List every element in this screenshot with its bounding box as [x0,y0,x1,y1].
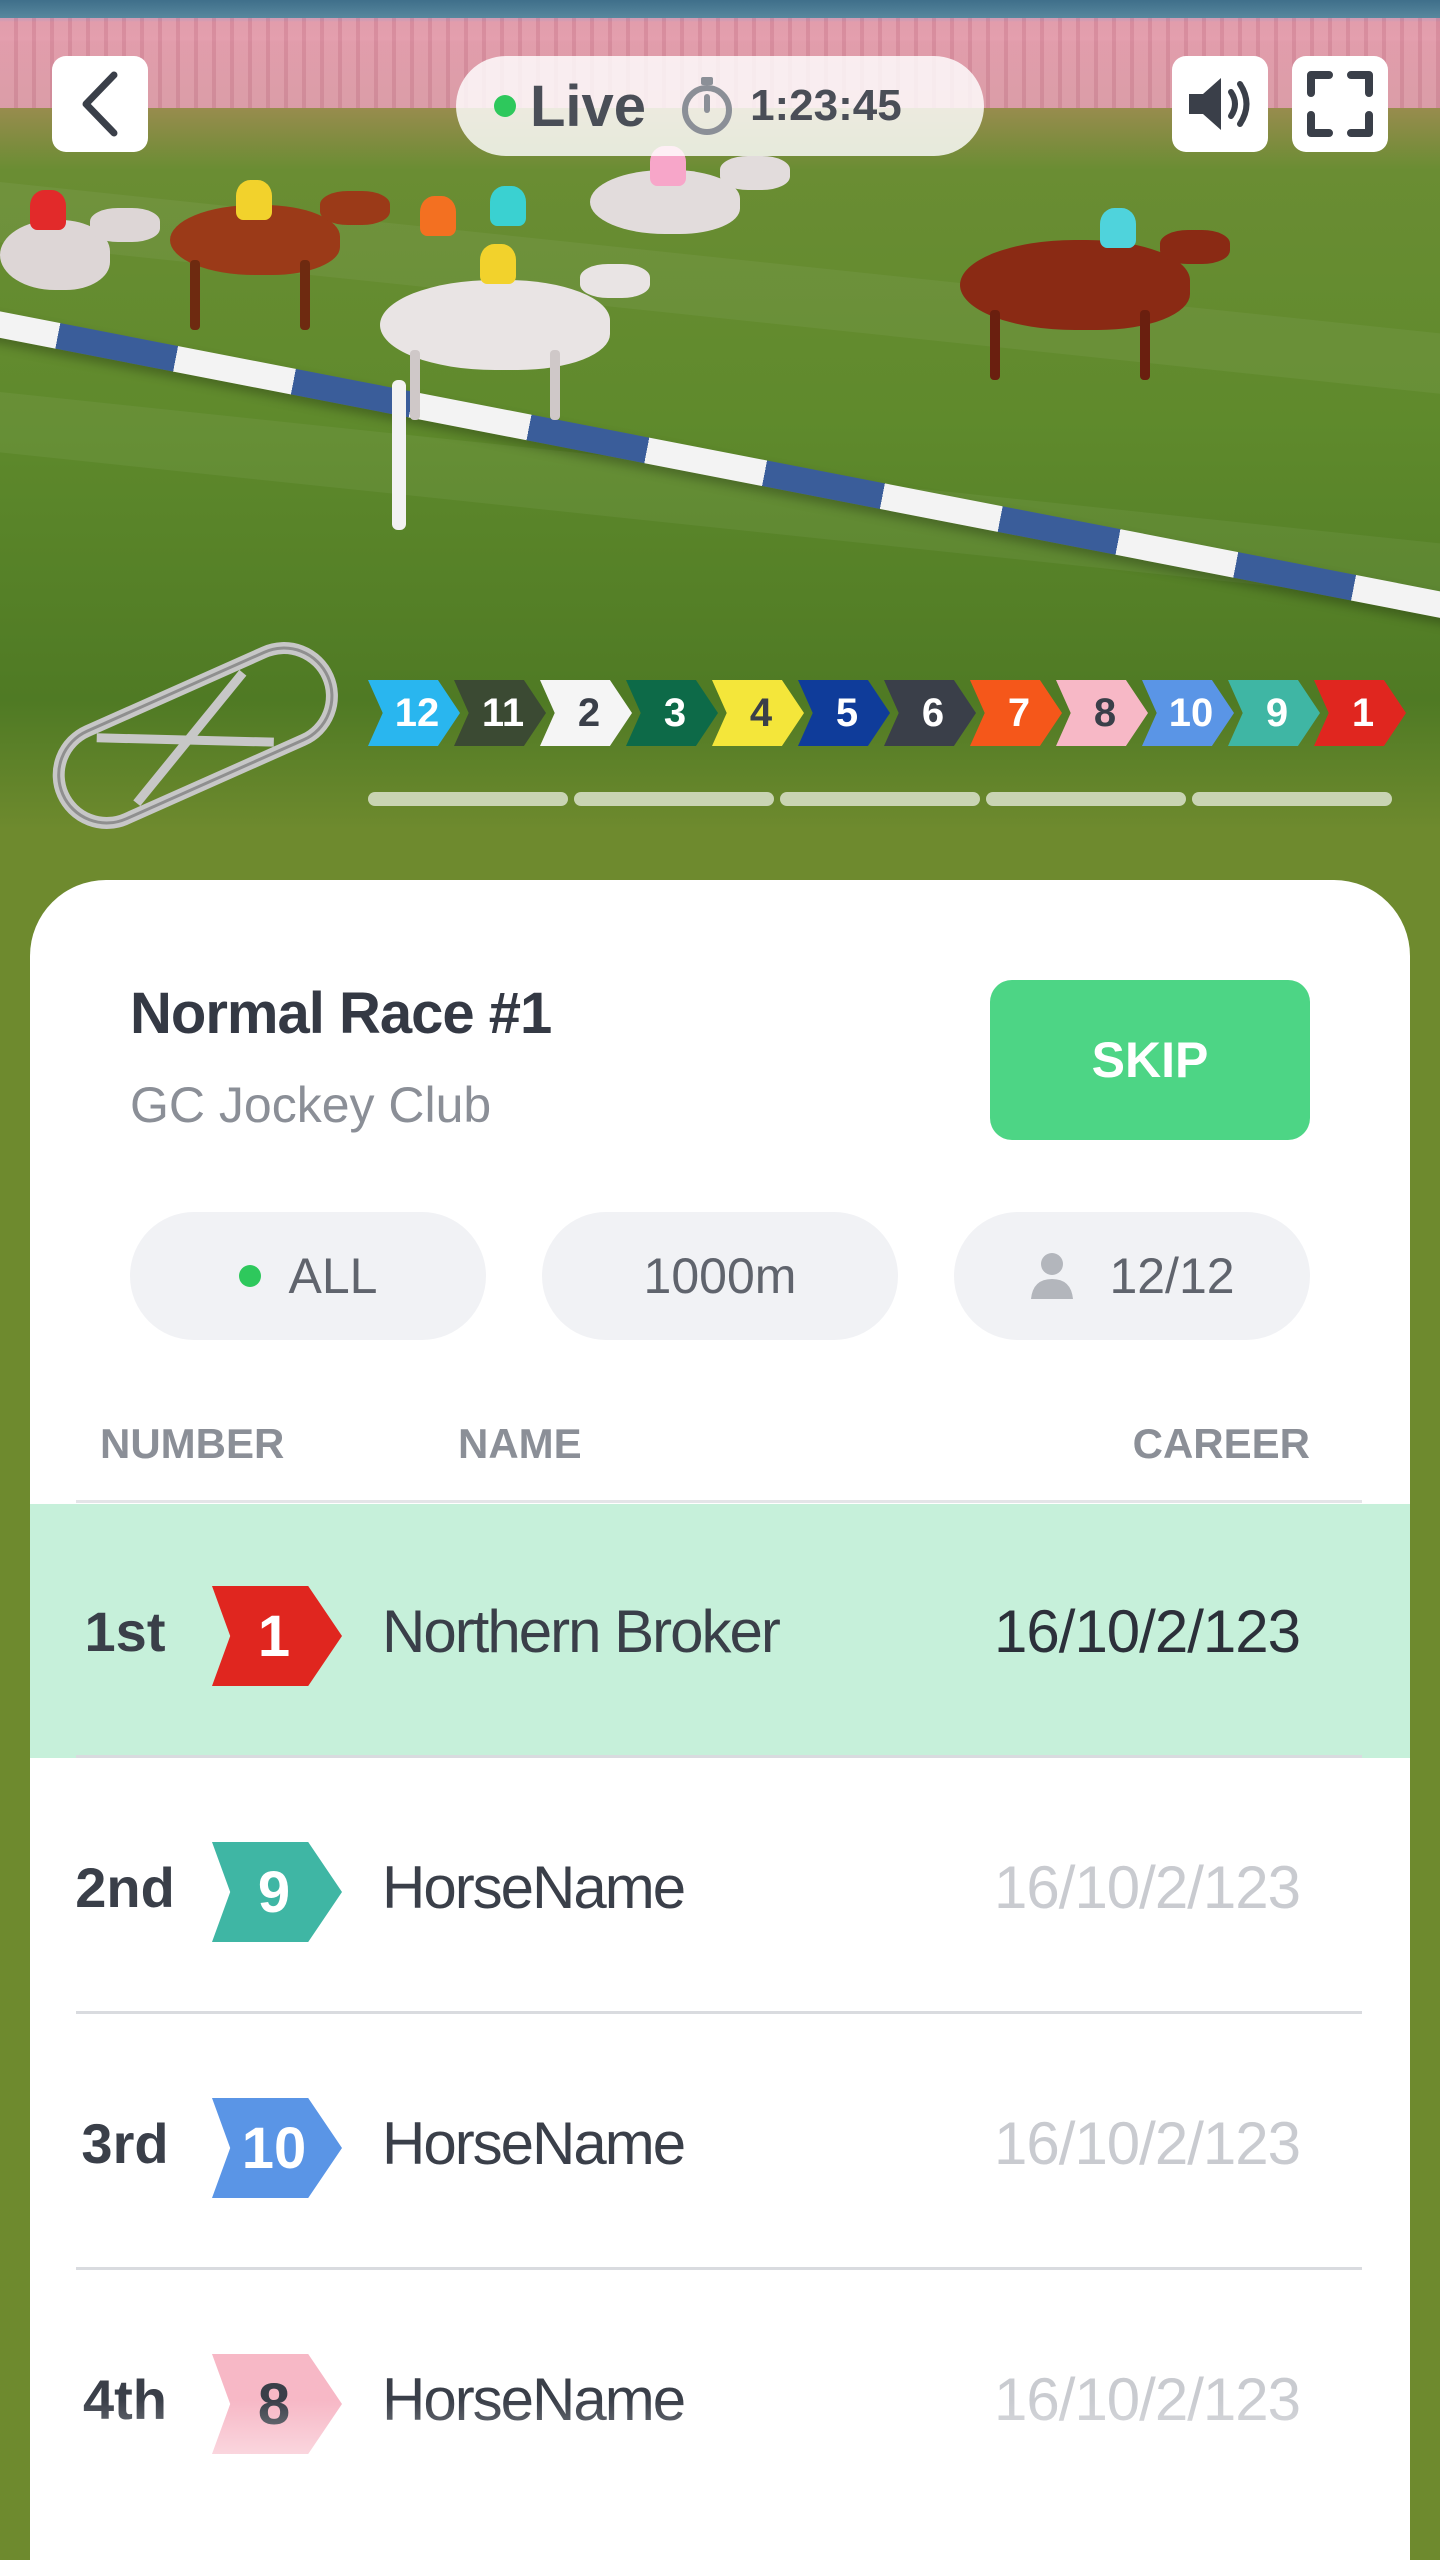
horse-name: Northern Broker [382,1597,781,1665]
jockey-figure [236,180,272,220]
distance-label: 1000m [643,1248,797,1304]
track-map-icon [52,642,338,829]
jockey-figure [1100,208,1136,248]
horse-figure [0,208,160,290]
jockey-figure [480,244,516,284]
position-chip: 8 [1056,680,1148,746]
fullscreen-icon [1307,71,1373,137]
horse-name: HorseName [382,1853,686,1921]
career-record: 16/10/2/123 [994,1597,1301,1665]
filter-all-pill[interactable]: ALL [130,1212,486,1340]
race-title: Normal Race #1 [130,981,552,1046]
horse-figure [960,230,1230,380]
live-status-pill: Live 1:23:45 [456,56,984,156]
filter-all-label: ALL [288,1248,378,1304]
result-row[interactable]: 2nd 9 HorseName 16/10/2/123 [30,1760,1410,2014]
horse-number-badge: 1 [212,1586,342,1686]
horse-number-badge: 10 [212,2098,342,2198]
fullscreen-button[interactable] [1292,56,1388,152]
live-indicator-dot [494,95,516,117]
position-chip: 3 [626,680,718,746]
grass-stripe [0,388,1440,612]
position-chip: 9 [1228,680,1320,746]
divider [76,1755,1362,1758]
race-progress-bar [368,792,1392,806]
finish-place: 1st [84,1599,166,1663]
person-icon [1031,1253,1074,1299]
career-record: 16/10/2/123 [994,1853,1301,1921]
result-row[interactable]: 1st 1 Northern Broker 16/10/2/123 [30,1504,1410,1758]
progress-segment [780,792,980,806]
status-dot [238,1265,261,1287]
scroll-fade [30,2400,1410,2560]
back-arrow-icon [82,71,118,137]
progress-segment [1192,792,1392,806]
skip-button[interactable]: SKIP [990,980,1310,1140]
position-chip: 12 [368,680,460,746]
horse-name: HorseName [382,2109,686,2177]
column-header-name: NAME [458,1420,582,1467]
rail-post [392,380,406,530]
divider [76,1500,1362,1503]
back-button[interactable] [52,56,148,152]
jockey-figure [30,190,66,230]
position-chip: 5 [798,680,890,746]
position-chip: 4 [712,680,804,746]
speaker-icon [1189,78,1250,130]
progress-segment [986,792,1186,806]
sound-toggle-button[interactable] [1172,56,1268,152]
position-chip: 2 [540,680,632,746]
runners-pill: 12/12 [954,1212,1310,1340]
horse-number-badge: 9 [212,1842,342,1942]
live-label: Live [530,73,647,139]
result-row[interactable]: 3rd 10 HorseName 16/10/2/123 [30,2016,1410,2270]
divider [76,2267,1362,2270]
jockey-figure [420,196,456,236]
race-timer: 1:23:45 [750,81,902,130]
divider [76,2011,1362,2014]
jockey-figure [490,186,526,226]
progress-segment [368,792,568,806]
column-header-career: CAREER [1132,1420,1310,1467]
position-chip: 6 [884,680,976,746]
position-chip-leader: 1 [1314,680,1406,746]
stopwatch-icon [682,77,733,135]
runners-count: 12/12 [1109,1248,1235,1304]
race-info-card: Normal Race #1 GC Jockey Club SKIP ALL 1… [30,880,1410,2560]
position-chip: 11 [454,680,546,746]
distance-pill: 1000m [542,1212,898,1340]
column-header-number: NUMBER [100,1420,285,1467]
finish-place: 3rd [81,2111,169,2175]
finish-place: 2nd [75,1855,175,1919]
career-record: 16/10/2/123 [994,2109,1301,2177]
position-chip: 10 [1142,680,1234,746]
race-club: GC Jockey Club [130,1077,492,1133]
position-chip: 7 [970,680,1062,746]
progress-segment [574,792,774,806]
race-position-strip: 12 11 2 3 4 5 6 7 8 10 9 1 [368,680,1406,746]
horse-figure [380,264,650,420]
